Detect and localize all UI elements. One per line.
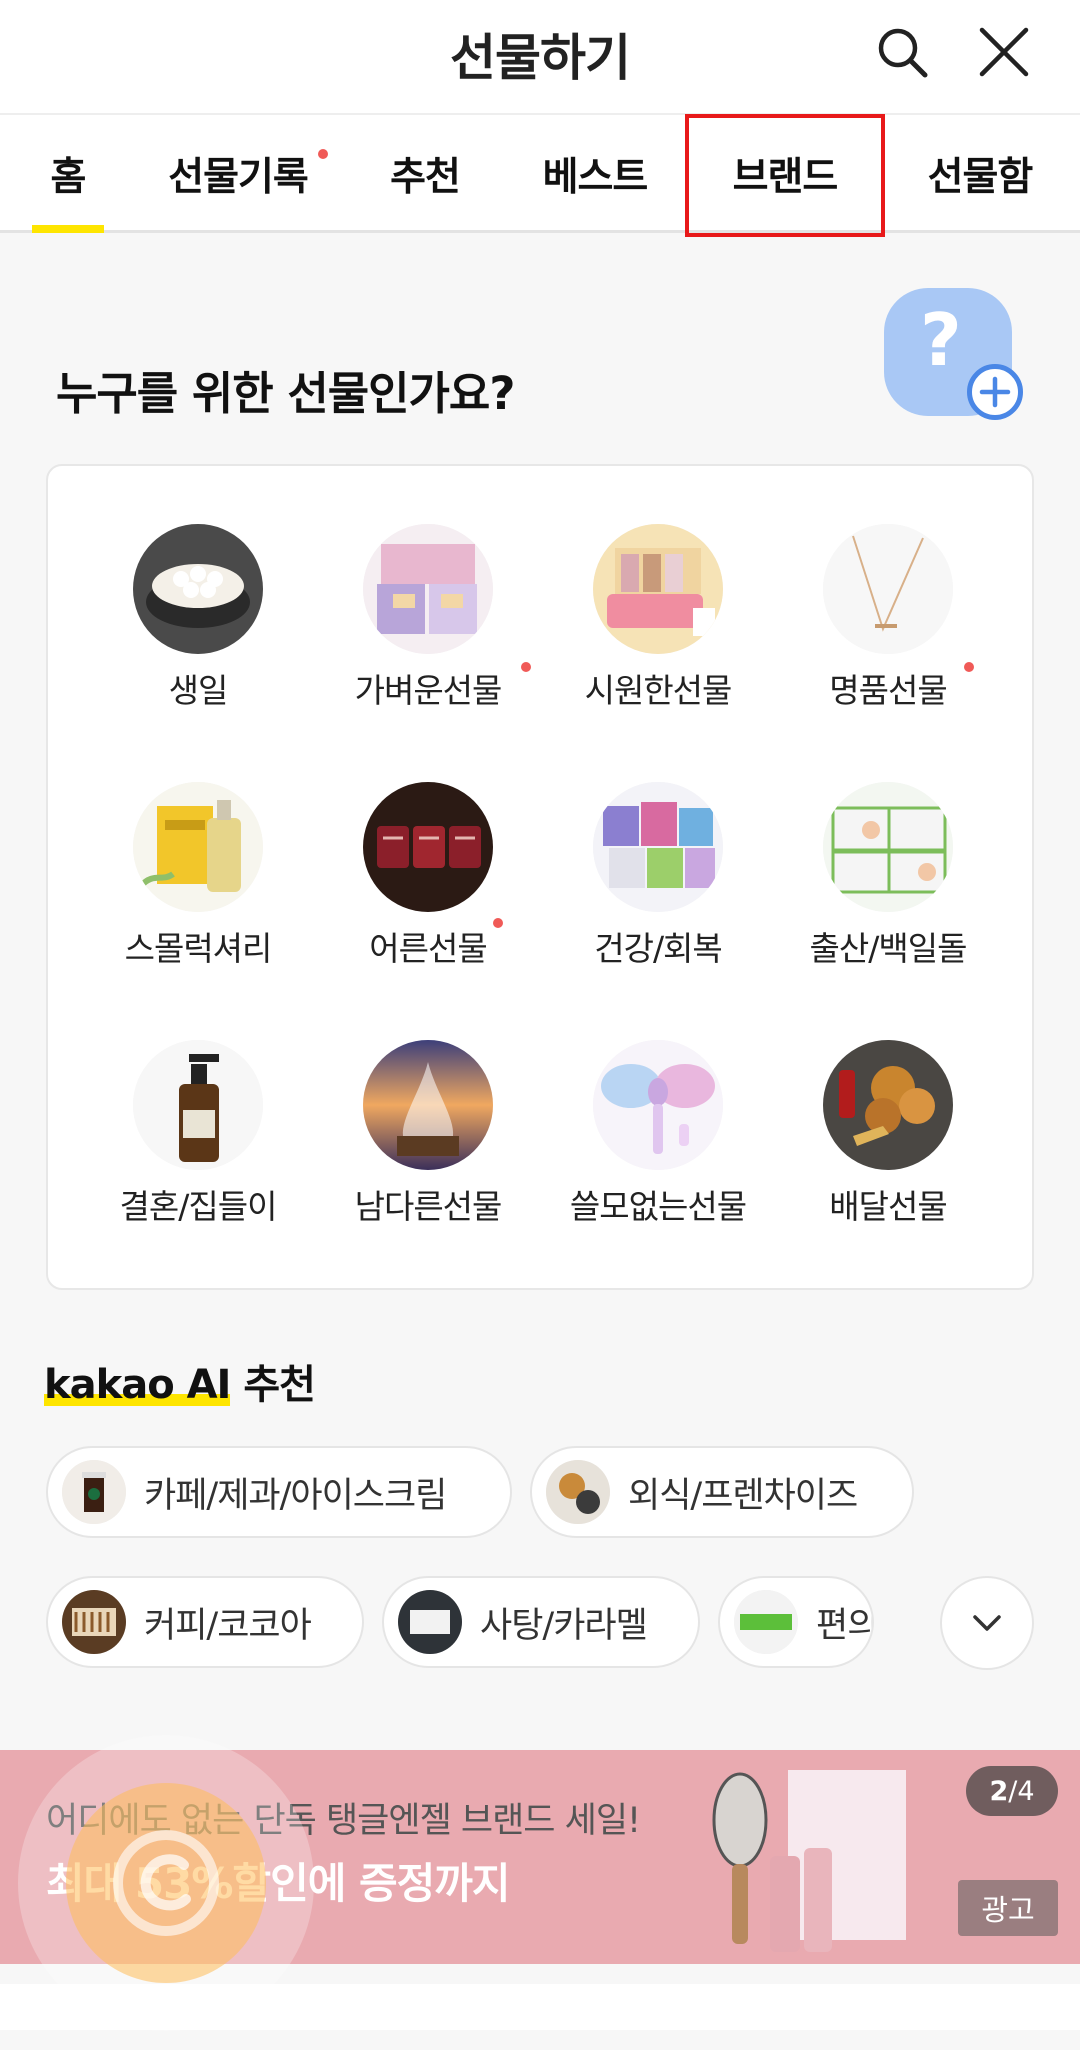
tab-best[interactable]: 베스트 <box>525 115 665 232</box>
recipient-question: 누구를 위한 선물인가요? <box>56 367 515 420</box>
page-current: 2 <box>989 1775 1009 1807</box>
new-dot <box>318 149 328 159</box>
category-delivery-gift[interactable]: 배달선물 <box>778 1040 998 1260</box>
category-label: 배달선물 <box>829 1187 947 1226</box>
category-card: 생일 가벼운선물 시원한선물 명품선물 스몰럭셔리 어른선물 건강/회복 출산/… <box>46 464 1034 1290</box>
chip-label: 카페/제과/아이스크림 <box>144 1475 447 1516</box>
tab-label: 선물기록 <box>168 154 309 200</box>
ai-recommend-title: kakao AI 추천 <box>44 1352 316 1410</box>
category-label: 건강/회복 <box>594 929 723 968</box>
tab-label: 브랜드 <box>732 154 839 200</box>
category-label: 출산/백일돌 <box>809 929 968 968</box>
fried-chicken-image <box>823 1040 953 1170</box>
next-section <box>0 1984 1080 2030</box>
tab-gift-history[interactable]: 선물기록 <box>148 115 328 232</box>
coffee-box-icon <box>62 1590 126 1654</box>
category-label: 남다른선물 <box>354 1187 503 1226</box>
meat-image <box>363 782 493 912</box>
chip-cafe[interactable]: 카페/제과/아이스크림 <box>46 1446 512 1538</box>
category-label: 가벼운선물 <box>354 671 503 710</box>
active-tab-indicator <box>32 225 104 233</box>
tab-label: 추천 <box>390 154 461 200</box>
category-label: 결혼/집들이 <box>119 1187 278 1226</box>
category-useless-gift[interactable]: 쓸모없는선물 <box>548 1040 768 1260</box>
category-birthday[interactable]: 생일 <box>88 524 308 744</box>
hairbrush-product-image <box>712 1770 906 1952</box>
category-label: 명품선물 <box>829 671 947 710</box>
new-dot <box>493 918 503 928</box>
close-button[interactable] <box>972 20 1036 84</box>
ad-label: 광고 <box>958 1880 1058 1936</box>
tab-label: 베스트 <box>542 154 649 200</box>
category-label: 스몰럭셔리 <box>124 929 273 968</box>
tab-gift-box[interactable]: 선물함 <box>905 115 1055 232</box>
kakao-ai-logo: kakao AI <box>44 1362 231 1408</box>
chevron-down-icon <box>973 1615 1001 1631</box>
tab-label: 홈 <box>50 154 87 200</box>
app-header: 선물하기 <box>0 0 1080 113</box>
coffee-icon <box>62 1460 126 1524</box>
sunset-lamp-image <box>363 1040 493 1170</box>
tab-bar: 홈 선물기록 추천 베스트 브랜드 선물함 <box>0 113 1080 233</box>
search-icon <box>878 28 928 78</box>
category-label: 쓸모없는선물 <box>569 1187 747 1226</box>
chip-label: 편의 <box>816 1605 874 1646</box>
chip-label: 사탕/카라멜 <box>480 1605 648 1646</box>
new-dot <box>521 662 531 672</box>
necklace-image <box>823 524 953 654</box>
soap-bottle-image <box>133 1040 263 1170</box>
question-mark: ? <box>920 298 962 382</box>
banner-page-indicator: 2/4 <box>966 1766 1058 1816</box>
category-label: 시원한선물 <box>584 671 733 710</box>
health-box-image <box>593 782 723 912</box>
tab-brand[interactable]: 브랜드 <box>700 115 870 232</box>
chip-coffee-cocoa[interactable]: 커피/코코아 <box>46 1576 364 1668</box>
category-wedding[interactable]: 결혼/집들이 <box>88 1040 308 1260</box>
chip-label: 외식/프렌차이즈 <box>628 1475 858 1516</box>
category-baby[interactable]: 출산/백일돌 <box>778 782 998 1002</box>
tab-recommend[interactable]: 추천 <box>370 115 480 232</box>
diaper-image <box>823 782 953 912</box>
ai-title-text: 추천 <box>243 1362 316 1408</box>
category-luxury-gift[interactable]: 명품선물 <box>778 524 998 744</box>
plus-icon <box>967 364 1023 420</box>
tab-label: 선물함 <box>927 154 1034 200</box>
ice-cream-image <box>593 524 723 654</box>
search-button[interactable] <box>870 20 934 84</box>
floating-coin-icon <box>66 1783 266 1983</box>
category-cool-gift[interactable]: 시원한선물 <box>548 524 768 744</box>
category-health[interactable]: 건강/회복 <box>548 782 768 1002</box>
food-icon <box>546 1460 610 1524</box>
category-special-gift[interactable]: 남다른선물 <box>318 1040 538 1260</box>
perfume-image <box>133 782 263 912</box>
category-label: 생일 <box>168 671 229 710</box>
cake-image <box>133 524 263 654</box>
fan-toy-image <box>593 1040 723 1170</box>
chip-candy[interactable]: 사탕/카라멜 <box>382 1576 700 1668</box>
chip-label: 커피/코코아 <box>144 1605 312 1646</box>
page-total: /4 <box>1008 1775 1035 1807</box>
new-dot <box>964 662 974 672</box>
category-label: 어른선물 <box>369 929 487 968</box>
gift-box-image <box>363 524 493 654</box>
category-light-gift[interactable]: 가벼운선물 <box>318 524 538 744</box>
tab-home[interactable]: 홈 <box>18 115 118 232</box>
category-elder-gift[interactable]: 어른선물 <box>318 782 538 1002</box>
chip-convenience[interactable]: 편의 <box>718 1576 874 1668</box>
category-small-luxury[interactable]: 스몰럭셔리 <box>88 782 308 1002</box>
expand-chips-button[interactable] <box>940 1576 1034 1670</box>
chip-restaurant[interactable]: 외식/프렌차이즈 <box>530 1446 914 1538</box>
candy-box-icon <box>398 1590 462 1654</box>
add-friend-question-icon[interactable]: ? <box>884 288 1023 420</box>
close-icon <box>979 27 1029 77</box>
convenience-icon <box>734 1590 798 1654</box>
